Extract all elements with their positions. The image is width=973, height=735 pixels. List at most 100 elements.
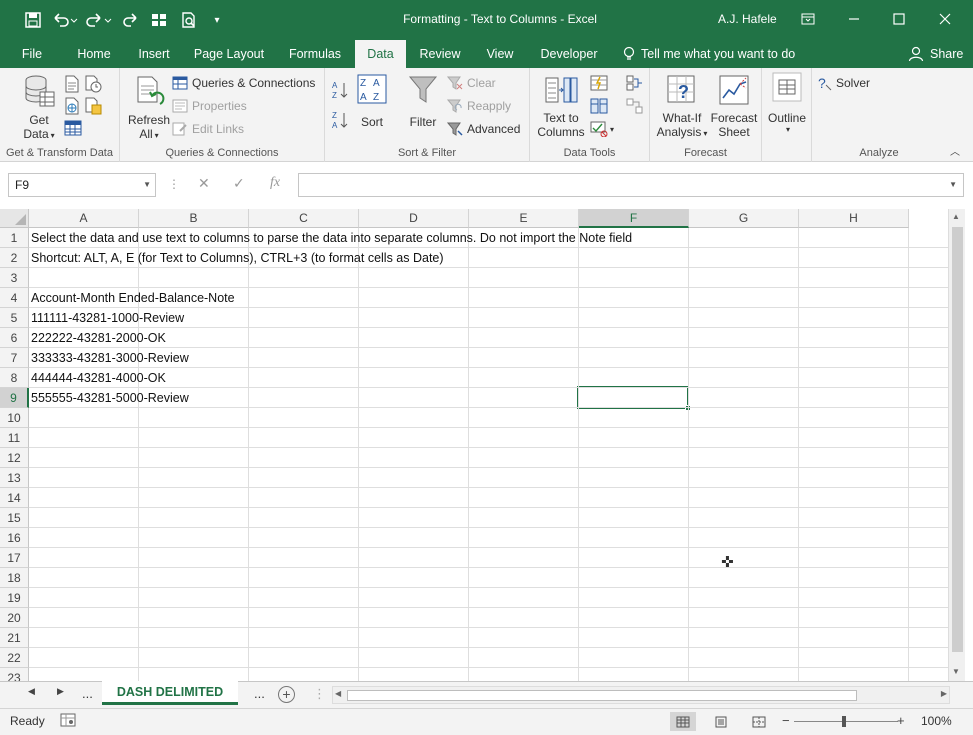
flash-fill-button[interactable] [590, 73, 608, 93]
row-header-16[interactable]: 16 [0, 528, 29, 548]
ribbon-display-icon[interactable] [796, 8, 820, 30]
macro-record-icon[interactable] [60, 713, 76, 730]
vertical-scroll-thumb[interactable] [952, 227, 963, 652]
from-text-button[interactable] [64, 74, 80, 94]
expand-formula-bar-icon[interactable]: ▼ [949, 180, 957, 189]
tab-data[interactable]: Data [355, 40, 406, 68]
cell-a1[interactable]: Select the data and use text to columns … [31, 228, 632, 248]
page-break-view-icon[interactable] [746, 712, 772, 731]
row-header-15[interactable]: 15 [0, 508, 29, 528]
row-header-1[interactable]: 1 [0, 228, 29, 248]
active-cell[interactable] [577, 386, 691, 411]
reapply-button[interactable]: Reapply [447, 96, 511, 116]
row-header-22[interactable]: 22 [0, 648, 29, 668]
advanced-filter-button[interactable]: Advanced [447, 119, 520, 139]
name-box[interactable]: F9 ▼ [8, 173, 156, 197]
normal-view-icon[interactable] [670, 712, 696, 731]
row-header-17[interactable]: 17 [0, 548, 29, 568]
scroll-down-icon[interactable]: ▼ [952, 667, 960, 676]
row-header-14[interactable]: 14 [0, 488, 29, 508]
zoom-slider-knob[interactable] [842, 716, 846, 727]
row-header-10[interactable]: 10 [0, 408, 29, 428]
horizontal-scroll-thumb[interactable] [347, 690, 857, 701]
column-header-h[interactable]: H [799, 209, 909, 228]
share-button[interactable]: Share [908, 40, 963, 68]
more-sheets-right[interactable]: ... [254, 686, 265, 701]
tab-formulas[interactable]: Formulas [282, 40, 348, 68]
column-header-g[interactable]: G [689, 209, 799, 228]
sheet-tab-dash-delimited[interactable]: DASH DELIMITED [102, 681, 238, 705]
next-sheet-icon[interactable]: ▶ [57, 686, 64, 697]
row-header-13[interactable]: 13 [0, 468, 29, 488]
tab-insert[interactable]: Insert [128, 40, 180, 68]
row-header-11[interactable]: 11 [0, 428, 29, 448]
tab-home[interactable]: Home [68, 40, 120, 68]
scroll-left-icon[interactable]: ◀ [335, 689, 341, 698]
tab-developer[interactable]: Developer [532, 40, 606, 68]
scroll-up-icon[interactable]: ▲ [952, 212, 960, 221]
tab-view[interactable]: View [476, 40, 524, 68]
page-layout-view-icon[interactable] [708, 712, 734, 731]
user-name[interactable]: A.J. Hafele [718, 12, 777, 26]
sort-button[interactable]: ZAAZ Sort [355, 74, 389, 129]
cell-a5[interactable]: 111111-43281-1000-Review [31, 308, 184, 328]
customize-qat-icon[interactable]: ▾ [208, 9, 226, 31]
from-web-button[interactable] [64, 96, 80, 116]
insert-function-icon[interactable]: fx [270, 175, 280, 191]
row-header-8[interactable]: 8 [0, 368, 29, 388]
redo-icon[interactable] [84, 9, 114, 31]
row-header-18[interactable]: 18 [0, 568, 29, 588]
row-header-12[interactable]: 12 [0, 448, 29, 468]
row-header-4[interactable]: 4 [0, 288, 29, 308]
queries-connections-button[interactable]: Queries & Connections [172, 73, 315, 93]
existing-connections-button[interactable] [84, 96, 102, 116]
enter-icon[interactable]: ✓ [233, 175, 245, 192]
close-icon[interactable] [933, 8, 957, 30]
scroll-right-icon[interactable]: ▶ [941, 689, 947, 698]
zoom-in-icon[interactable]: + [897, 713, 905, 728]
cell-a4[interactable]: Account-Month Ended-Balance-Note [31, 288, 235, 308]
row-header-20[interactable]: 20 [0, 608, 29, 628]
column-header-d[interactable]: D [359, 209, 469, 228]
remove-duplicates-button[interactable] [590, 96, 608, 116]
column-header-f[interactable]: F [579, 209, 689, 228]
undo-icon[interactable] [50, 9, 80, 31]
row-header-3[interactable]: 3 [0, 268, 29, 288]
minimize-icon[interactable] [842, 8, 866, 30]
row-header-21[interactable]: 21 [0, 628, 29, 648]
cancel-icon[interactable]: ✕ [198, 175, 210, 192]
form-icon[interactable] [148, 9, 170, 31]
properties-button[interactable]: Properties [172, 96, 247, 116]
forecast-sheet-button[interactable]: Forecast Sheet [710, 74, 758, 139]
filter-button[interactable]: Filter [405, 74, 441, 129]
solver-button[interactable]: ? Solver [818, 73, 870, 93]
repeat-icon[interactable] [120, 9, 142, 31]
cell-a2[interactable]: Shortcut: ALT, A, E (for Text to Columns… [31, 248, 444, 268]
outline-button[interactable]: Outline ▾ [764, 72, 810, 134]
vertical-scrollbar[interactable]: ▲ ▼ [948, 209, 965, 681]
formula-bar-grip[interactable]: ⋮ [168, 177, 180, 191]
collapse-ribbon-icon[interactable]: ︿ [950, 143, 960, 158]
tab-page-layout[interactable]: Page Layout [188, 40, 270, 68]
get-data-button[interactable]: Get Data ▾ [18, 74, 60, 141]
sort-a-z-button[interactable]: AZ [331, 80, 349, 100]
horizontal-scrollbar[interactable]: ◀ ▶ [332, 686, 950, 704]
row-header-9[interactable]: 9 [0, 388, 29, 408]
zoom-level[interactable]: 100% [921, 714, 952, 728]
consolidate-button[interactable] [626, 73, 644, 93]
row-header-5[interactable]: 5 [0, 308, 29, 328]
add-sheet-icon[interactable]: + [278, 686, 295, 703]
column-header-b[interactable]: B [139, 209, 249, 228]
tab-file[interactable]: File [10, 40, 54, 68]
formula-input[interactable]: ▼ [298, 173, 964, 197]
tab-review[interactable]: Review [412, 40, 468, 68]
refresh-all-button[interactable]: Refresh All ▾ [124, 74, 174, 141]
zoom-slider[interactable] [794, 716, 898, 727]
data-validation-button[interactable]: ▾ [590, 119, 614, 139]
from-table-button[interactable] [64, 118, 82, 138]
row-header-23[interactable]: 23 [0, 668, 29, 681]
relationships-button[interactable] [626, 96, 644, 116]
cell-area[interactable]: Select the data and use text to columns … [29, 228, 948, 681]
edit-links-button[interactable]: Edit Links [172, 119, 244, 139]
cell-a6[interactable]: 222222-43281-2000-OK [31, 328, 166, 348]
